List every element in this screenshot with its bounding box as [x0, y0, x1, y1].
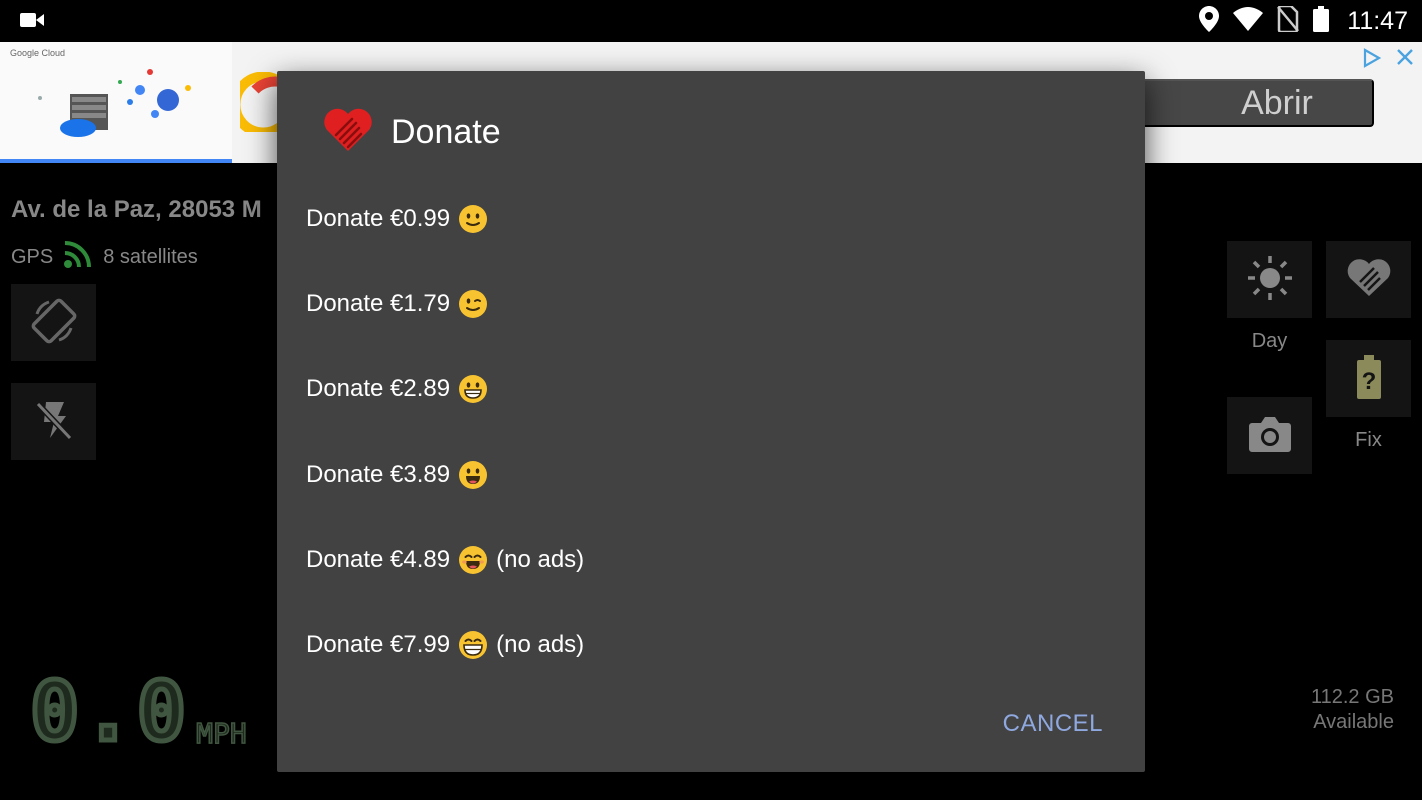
option-label: Donate €3.89 [306, 460, 451, 488]
svg-text:?: ? [1361, 368, 1376, 395]
donate-button[interactable] [1326, 241, 1411, 318]
fix-label: Fix [1355, 429, 1382, 451]
flash-off-icon [32, 398, 76, 446]
day-mode-button[interactable] [1227, 241, 1312, 318]
speed-value: 0.0 [27, 665, 191, 760]
grin-emoji-icon [458, 374, 488, 404]
option-label: Donate €7.99 [306, 631, 451, 659]
option-label: Donate €4.89 [306, 545, 451, 573]
camera-button[interactable] [1227, 397, 1312, 474]
big-grin-emoji-icon [458, 630, 488, 660]
donation-option[interactable]: Donate €3.89 [306, 432, 1106, 517]
day-label: Day [1251, 330, 1288, 352]
speed-unit: MPH [195, 716, 247, 751]
satellite-signal-icon [63, 240, 93, 274]
ad-open-button[interactable]: Abrir [1120, 79, 1374, 127]
donation-option[interactable]: Donate €0.99 [306, 176, 1106, 261]
donation-option[interactable]: Donate €7.99 (no ads) [306, 602, 1106, 687]
storage-size: 112.2 GB [1310, 686, 1394, 708]
adchoices-icon[interactable] [1362, 48, 1382, 72]
video-recording-icon [20, 11, 44, 33]
gps-status: GPS 8 satellites [11, 240, 198, 274]
option-suffix: (no ads) [496, 631, 585, 659]
donation-option[interactable]: Donate €1.79 [306, 261, 1106, 346]
sun-icon [1246, 254, 1294, 306]
ad-image[interactable]: Google Cloud [0, 42, 232, 163]
donate-dialog: Donate Donate €0.99 Donate €1.79 Donate … [277, 71, 1145, 772]
location-icon [1199, 6, 1220, 36]
open-smile-emoji-icon [458, 460, 488, 490]
storage-label: Available [1313, 711, 1394, 733]
handshake-heart-icon [1346, 258, 1392, 302]
option-label: Donate €1.79 [306, 289, 451, 317]
slight-smile-emoji-icon [458, 204, 488, 234]
screen-rotation-icon [29, 296, 79, 350]
wifi-icon [1233, 7, 1264, 35]
battery-unknown-icon: ? [1356, 354, 1382, 403]
cancel-button[interactable]: CANCEL [1003, 710, 1103, 738]
satellites-count: 8 satellites [103, 245, 198, 268]
storage-info: 112.2 GB Available [1311, 685, 1394, 735]
status-bar: 11:47 [0, 0, 1422, 42]
smile-eyes-emoji-icon [458, 545, 488, 575]
clock: 11:47 [1347, 6, 1408, 35]
speedometer: 0.0 MPH [27, 665, 247, 760]
option-label: Donate €0.99 [306, 204, 451, 232]
no-sim-icon [1277, 4, 1300, 36]
gps-label: GPS [11, 245, 54, 268]
rotate-screen-button[interactable] [11, 284, 96, 361]
option-suffix: (no ads) [496, 545, 585, 573]
option-label: Donate €2.89 [306, 375, 451, 403]
camera-icon [1248, 415, 1292, 457]
google-cloud-logo [230, 71, 283, 138]
battery-icon [1313, 6, 1330, 36]
donation-option[interactable]: Donate €2.89 [306, 347, 1106, 432]
donation-options: Donate €0.99 Donate €1.79 Donate €2.89 D… [306, 176, 1106, 688]
wink-emoji-icon [458, 289, 488, 319]
heart-handshake-icon [323, 107, 373, 157]
close-icon[interactable] [1396, 48, 1414, 70]
gps-fix-button[interactable]: ? [1326, 340, 1411, 417]
donation-option[interactable]: Donate €4.89 (no ads) [306, 517, 1106, 602]
address-text: Av. de la Paz, 28053 M [11, 196, 262, 223]
dialog-header: Donate [323, 107, 501, 157]
flash-toggle-button[interactable] [11, 383, 96, 460]
dialog-title: Donate [391, 112, 501, 151]
